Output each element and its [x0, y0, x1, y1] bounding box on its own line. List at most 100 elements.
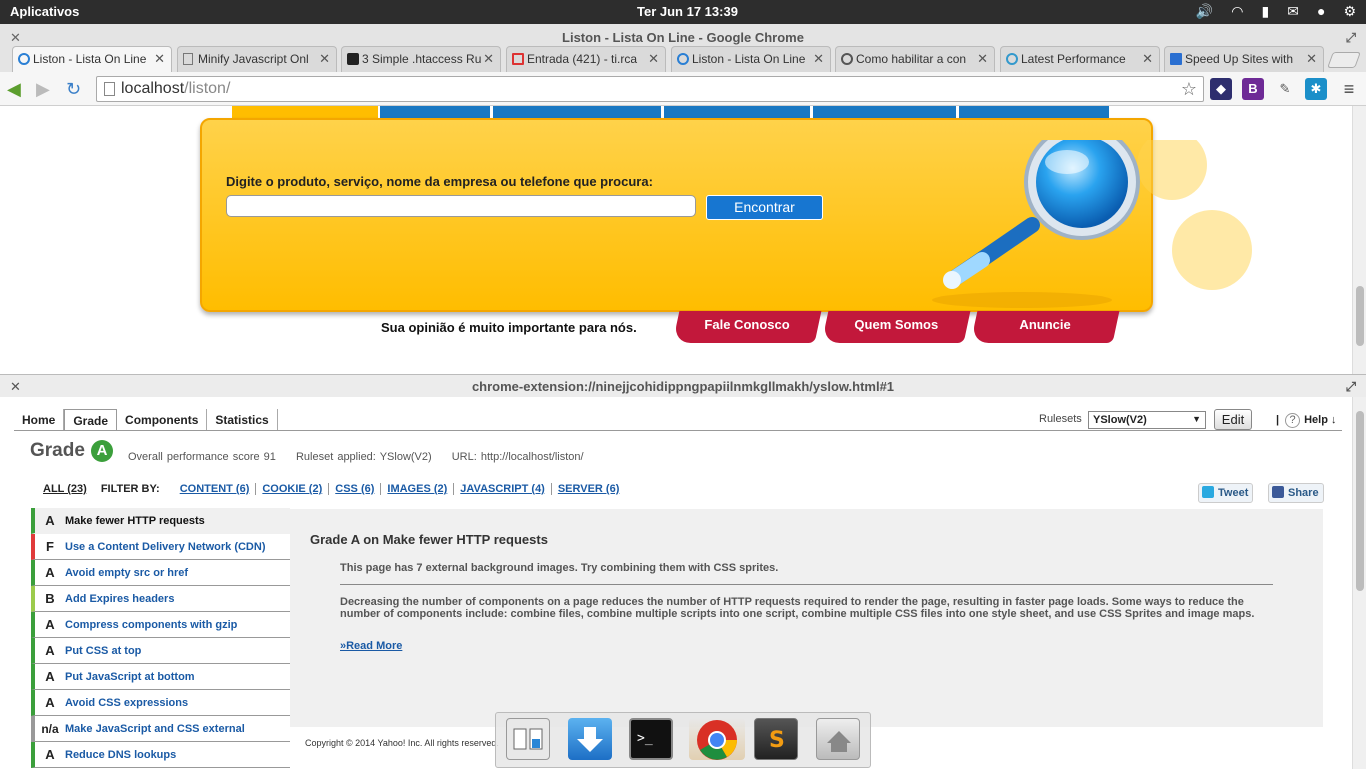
nav-tab-fragment[interactable] — [959, 106, 1109, 118]
close-tab-icon[interactable]: ✕ — [319, 51, 330, 67]
filter-all[interactable]: ALL (23) — [43, 483, 87, 495]
clock[interactable]: Ter Jun 17 13:39 — [637, 4, 738, 19]
tab-grade[interactable]: Grade — [64, 409, 118, 431]
scrollbar-thumb[interactable] — [1356, 286, 1364, 346]
home-folder-icon[interactable] — [816, 718, 860, 760]
gear-icon[interactable]: ⚙ — [1343, 3, 1356, 20]
rule-name: Put CSS at top — [65, 644, 142, 657]
rule-item[interactable]: A Make fewer HTTP requests — [31, 508, 290, 534]
rule-grade: A — [45, 513, 55, 528]
forward-icon[interactable]: ▶ — [36, 79, 50, 100]
yslow-tabs: Home Grade Components Statistics — [14, 409, 278, 431]
rule-item[interactable]: A Reduce DNS lookups — [31, 742, 290, 768]
find-button[interactable]: Encontrar — [706, 195, 823, 220]
close-tab-icon[interactable]: ✕ — [813, 51, 824, 67]
close-tab-icon[interactable]: ✕ — [1306, 51, 1317, 67]
filter-cookie[interactable]: COOKIE (2) — [256, 483, 330, 495]
help-menu[interactable]: |? Help ↓ — [1276, 413, 1336, 428]
rule-name: Avoid CSS expressions — [65, 696, 189, 709]
tab-performance[interactable]: Latest Performance ✕ — [1000, 46, 1160, 72]
detail-title: Grade A on Make fewer HTTP requests — [310, 532, 548, 547]
tab-gmail[interactable]: Entrada (421) - ti.rca ✕ — [506, 46, 666, 72]
close-tab-icon[interactable]: ✕ — [154, 51, 165, 67]
terminal-icon[interactable]: >_ — [629, 718, 673, 760]
grade-heading: Grade — [30, 440, 85, 461]
page-scrollbar[interactable] — [1352, 106, 1366, 374]
applications-menu[interactable]: Aplicativos — [10, 4, 79, 19]
read-more-link[interactable]: »Read More — [340, 640, 402, 652]
close-tab-icon[interactable]: ✕ — [648, 51, 659, 67]
score-info: Overall performance score 91 Ruleset app… — [128, 451, 600, 463]
panel-scrollbar[interactable] — [1352, 397, 1366, 769]
advertise-tab[interactable]: Anuncie — [970, 311, 1120, 343]
close-panel-icon[interactable]: ✕ — [10, 375, 21, 399]
new-tab-button[interactable] — [1327, 52, 1361, 68]
expand-panel-icon[interactable]: ⤢ — [1346, 375, 1356, 399]
tab-statistics[interactable]: Statistics — [207, 409, 278, 431]
nav-tab-fragment[interactable] — [813, 106, 956, 118]
tab-wordpress[interactable]: Como habilitar a con ✕ — [835, 46, 995, 72]
filter-images[interactable]: IMAGES (2) — [381, 483, 455, 495]
tab-home[interactable]: Home — [14, 409, 65, 431]
close-tab-icon[interactable]: ✕ — [977, 51, 988, 67]
tweet-label: Tweet — [1218, 487, 1249, 499]
rule-item[interactable]: B Add Expires headers — [31, 586, 290, 612]
rule-item[interactable]: A Avoid CSS expressions — [31, 690, 290, 716]
tab-speedup[interactable]: Speed Up Sites with ✕ — [1164, 46, 1324, 72]
reload-icon[interactable]: ↻ — [66, 79, 81, 100]
bookmarks-b-icon[interactable]: B — [1242, 78, 1264, 100]
chrome-icon[interactable] — [689, 718, 745, 760]
tab-liston-1[interactable]: Liston - Lista On Line ✕ — [12, 46, 172, 72]
rule-item[interactable]: A Put CSS at top — [31, 638, 290, 664]
nav-tab-fragment[interactable] — [664, 106, 810, 118]
menu-icon[interactable]: ≡ — [1338, 78, 1360, 100]
battery-icon[interactable]: ▮ — [1262, 3, 1270, 20]
back-icon[interactable]: ◀ — [7, 79, 21, 100]
tab-liston-2[interactable]: Liston - Lista On Line ✕ — [671, 46, 831, 72]
close-tab-icon[interactable]: ✕ — [1142, 51, 1153, 67]
close-tab-icon[interactable]: ✕ — [483, 51, 494, 67]
rule-item[interactable]: F Use a Content Delivery Network (CDN) — [31, 534, 290, 560]
rule-item[interactable]: A Avoid empty src or href — [31, 560, 290, 586]
extension-1[interactable]: ◆ — [1210, 78, 1232, 100]
about-tab-label: Quem Somos — [854, 317, 939, 332]
bookmark-star-icon[interactable]: ☆ — [1181, 77, 1197, 101]
ruleset-select[interactable]: YSlow(V2) ▼ — [1088, 411, 1206, 429]
dock: >_ S — [495, 712, 871, 768]
contact-tab[interactable]: Fale Conosco — [672, 311, 822, 343]
share-button[interactable]: Share — [1268, 483, 1324, 503]
filter-server[interactable]: SERVER (6) — [552, 483, 626, 495]
tab-label: Entrada (421) - ti.rca — [527, 52, 638, 66]
nav-tab-fragment[interactable] — [232, 106, 378, 118]
nav-tab-fragment[interactable] — [380, 106, 490, 118]
about-tab[interactable]: Quem Somos — [821, 311, 971, 343]
eyedropper-icon[interactable]: ✎ — [1274, 78, 1296, 100]
rule-grade: A — [45, 565, 55, 580]
filter-css[interactable]: CSS (6) — [329, 483, 382, 495]
rule-item[interactable]: A Compress components with gzip — [31, 612, 290, 638]
tab-htaccess[interactable]: 3 Simple .htaccess Ru ✕ — [341, 46, 501, 72]
extension-blue[interactable]: ✱ — [1305, 78, 1327, 100]
user-icon[interactable]: ● — [1317, 3, 1325, 20]
search-input[interactable] — [226, 195, 696, 217]
nav-tab-fragment[interactable] — [493, 106, 661, 118]
mail-icon[interactable]: ✉ — [1287, 3, 1299, 20]
address-bar[interactable]: localhost/liston/ ☆ — [96, 76, 1204, 102]
tab-components[interactable]: Components — [117, 409, 208, 431]
tab-label: Speed Up Sites with — [1185, 52, 1294, 66]
sublime-text-icon[interactable]: S — [754, 718, 798, 760]
tab-strip: Liston - Lista On Line ✕ Minify Javascrip… — [0, 46, 1366, 72]
rule-item[interactable]: A Put JavaScript at bottom — [31, 664, 290, 690]
rule-item[interactable]: n/a Make JavaScript and CSS external — [31, 716, 290, 742]
download-icon[interactable] — [568, 718, 612, 760]
workspace-switcher-icon[interactable] — [506, 718, 550, 760]
opinion-text: Sua opinião é muito importante para nós. — [381, 320, 637, 335]
volume-icon[interactable]: 🔊 — [1196, 3, 1213, 20]
wifi-icon[interactable]: ◠ — [1231, 3, 1243, 20]
filter-javascript[interactable]: JAVASCRIPT (4) — [454, 483, 552, 495]
tab-minify[interactable]: Minify Javascript Onl ✕ — [177, 46, 337, 72]
scrollbar-thumb[interactable] — [1356, 411, 1364, 591]
filter-content[interactable]: CONTENT (6) — [174, 483, 257, 495]
edit-ruleset-button[interactable]: Edit — [1214, 409, 1252, 430]
tweet-button[interactable]: Tweet — [1198, 483, 1254, 503]
